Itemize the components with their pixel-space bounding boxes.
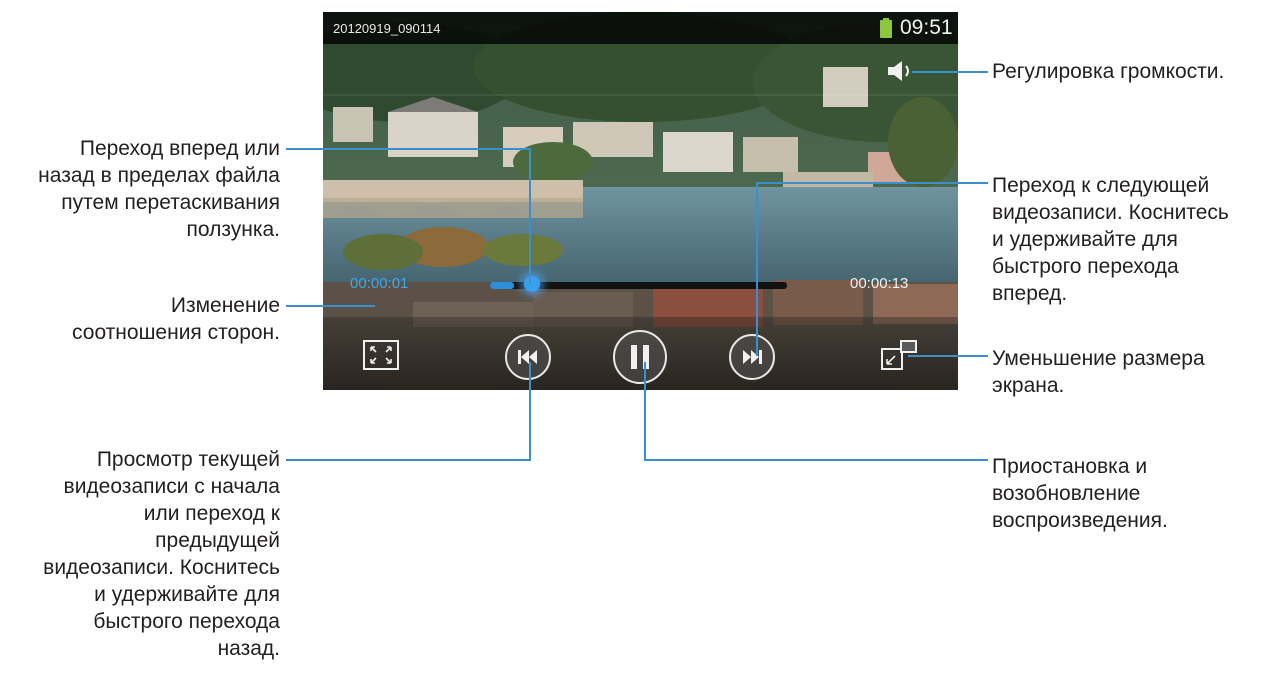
callout-line: Изменение: [170, 294, 280, 317]
callout-line: соотношения сторон.: [72, 321, 280, 344]
callout-line: быстрого перехода: [992, 255, 1179, 278]
callout-line: назад в пределах файла: [38, 164, 280, 187]
callout-line: предыдущей: [155, 529, 280, 552]
callout-line: и удерживайте для: [992, 228, 1178, 251]
callout-line: Просмотр текущей: [96, 448, 280, 471]
callout-line: видеозаписи с начала: [63, 475, 280, 498]
callout-line: воспроизведения.: [992, 509, 1168, 532]
callout-line: Переход вперед или: [79, 137, 280, 160]
callout-next: Переход к следующей видеозаписи. Косните…: [992, 172, 1274, 307]
callout-aspect-ratio: Изменение соотношения сторон.: [0, 292, 280, 346]
callout-minimize: Уменьшение размера экрана.: [992, 345, 1274, 399]
callout-previous: Просмотр текущей видеозаписи с начала ил…: [0, 446, 280, 662]
callout-line: возобновление: [992, 482, 1141, 505]
callout-line: экрана.: [992, 374, 1065, 397]
callout-line: ползунка.: [186, 218, 281, 241]
callout-volume: Регулировка громкости.: [992, 58, 1274, 85]
callout-seek: Переход вперед или назад в пределах файл…: [0, 135, 280, 243]
callout-line: назад.: [217, 637, 280, 660]
callout-line: Приостановка и: [992, 455, 1148, 478]
callout-pause: Приостановка и возобновление воспроизвед…: [992, 453, 1274, 534]
callout-line: видеозаписи. Коснитесь: [992, 201, 1229, 224]
callout-line: видеозаписи. Коснитесь: [43, 556, 280, 579]
callout-line: Переход к следующей: [992, 174, 1210, 197]
callout-line: быстрого перехода: [93, 610, 280, 633]
callout-line: или переход к: [143, 502, 280, 525]
callout-line: и удерживайте для: [94, 583, 280, 606]
callout-line: вперед.: [992, 282, 1068, 305]
callout-line: путем перетаскивания: [61, 191, 280, 214]
callout-line: Регулировка громкости.: [992, 60, 1225, 83]
callout-line: Уменьшение размера: [992, 347, 1205, 370]
